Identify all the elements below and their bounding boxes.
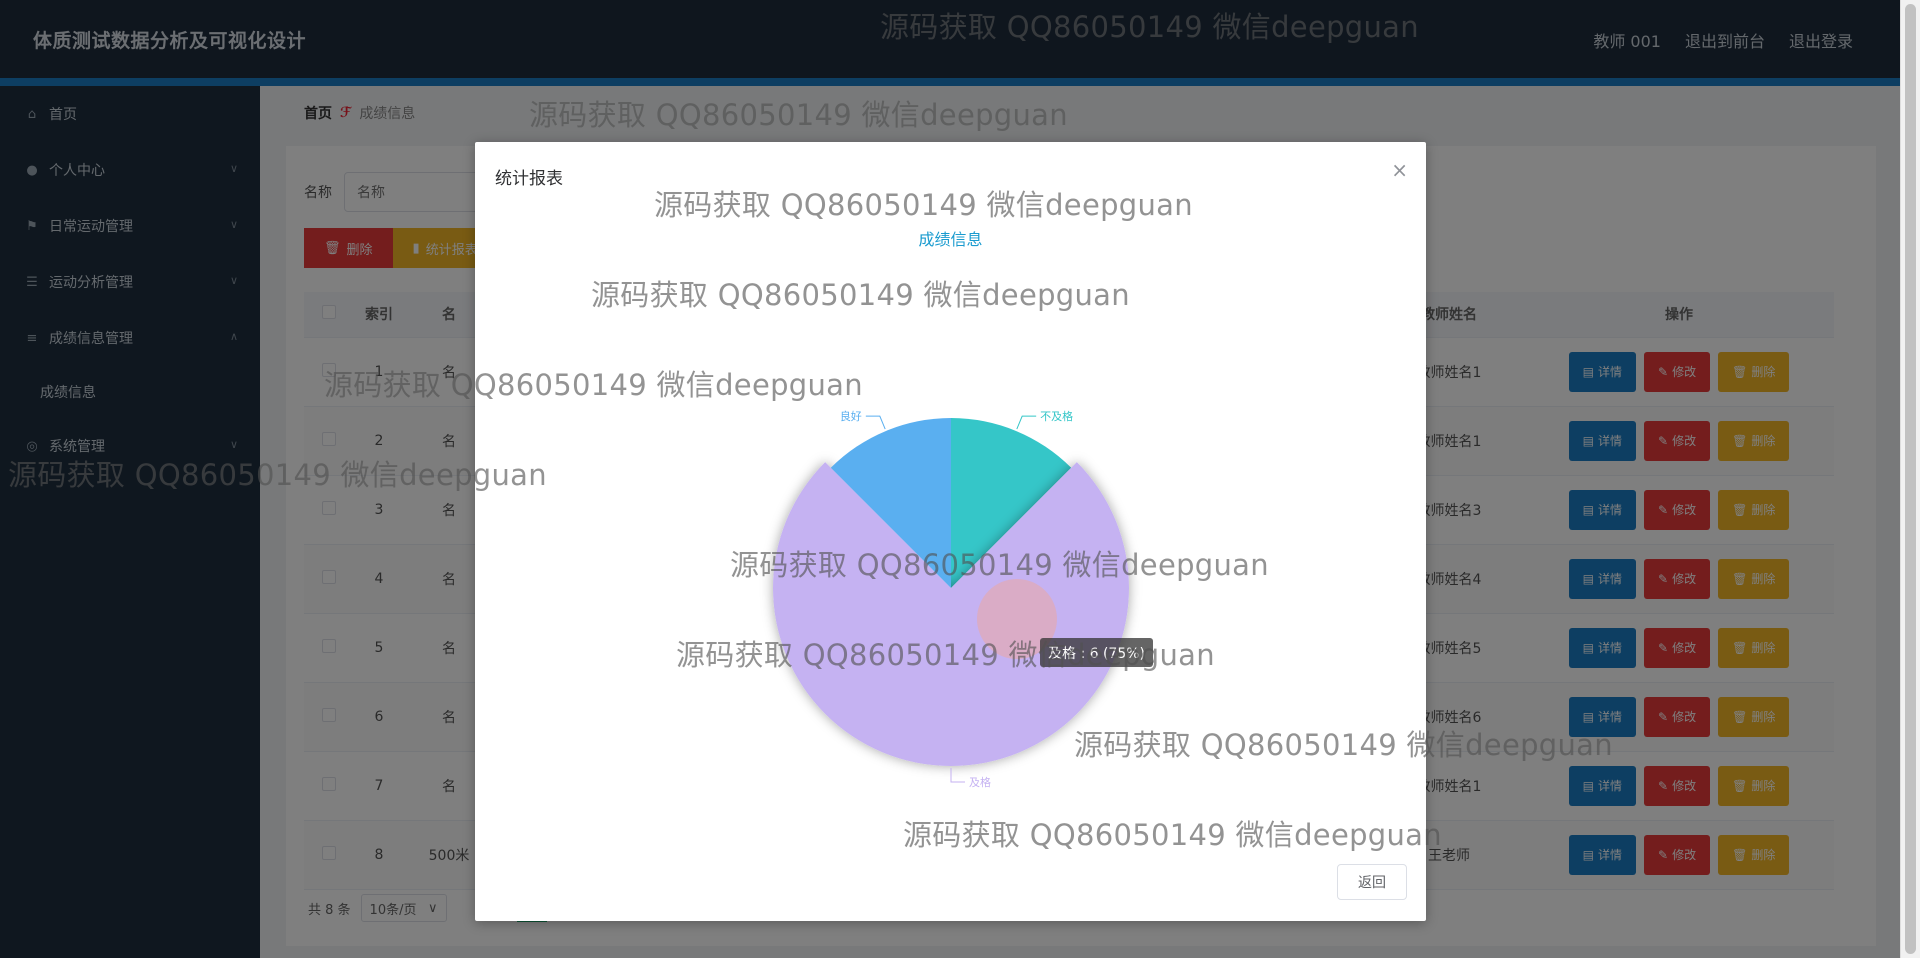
stats-dialog: 统计报表 × 成绩信息 不及格 及格 良好 返回: [475, 142, 1426, 921]
return-button[interactable]: 返回: [1337, 864, 1407, 900]
scrollbar-thumb[interactable]: [1905, 4, 1916, 954]
chart-tooltip: 及格 : 6 (75%): [1040, 638, 1154, 667]
page-scrollbar[interactable]: [1900, 0, 1920, 958]
slice-label-line: [1016, 415, 1037, 430]
slice-label-line: [865, 415, 886, 430]
pie-slice-label: 良好: [840, 409, 862, 423]
pie-chart: 不及格及格 良好: [773, 409, 1129, 789]
pie-slice-label: 及格: [969, 775, 991, 789]
slice-label-line: [950, 768, 965, 783]
pie-slice-label: 不及格: [1040, 409, 1073, 423]
